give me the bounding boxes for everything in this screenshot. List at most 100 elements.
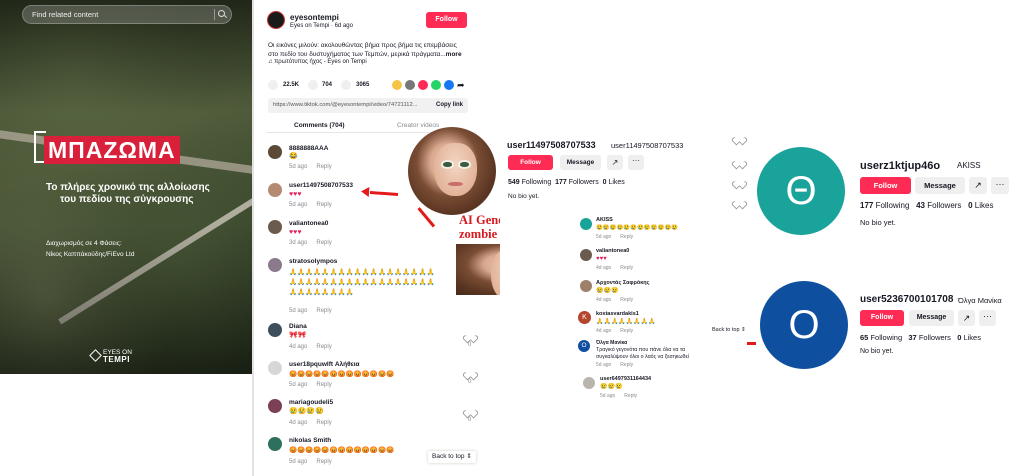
commenter-avatar[interactable] [268, 220, 282, 234]
profile-bio: No bio yet. [860, 348, 894, 355]
share-arrow-icon[interactable]: ➦ [457, 80, 465, 90]
commenter-avatar[interactable] [268, 399, 282, 413]
comment-text: ♥♥♥ [289, 191, 302, 198]
comment-username[interactable]: user11497508707533 [289, 182, 353, 189]
profile-username[interactable]: userz1ktjup46o [860, 160, 940, 172]
comment-username[interactable]: user6497931164434 [600, 376, 651, 382]
tab-comments[interactable]: Comments (704) [294, 122, 345, 129]
ellipsis-icon: ··· [995, 179, 1005, 189]
like-heart-icon[interactable] [466, 332, 474, 339]
commenter-avatar[interactable]: K [578, 311, 591, 324]
reply-button[interactable]: Reply [620, 297, 633, 303]
embed-icon[interactable] [405, 80, 415, 90]
commenter-avatar[interactable]: O [578, 340, 590, 352]
comment-username[interactable]: stratosolympos [289, 258, 337, 265]
reply-button[interactable]: Reply [316, 240, 331, 246]
more-link[interactable]: more [446, 51, 462, 58]
reply-button[interactable]: Reply [316, 202, 331, 208]
follow-button[interactable]: Follow [860, 177, 911, 194]
message-button[interactable]: Message [915, 177, 965, 194]
author-avatar[interactable] [267, 11, 285, 29]
sound-link[interactable]: ♫ πρωτότυπος ήχος - Eyes on Tempi [268, 59, 367, 65]
more-options-button[interactable]: ··· [991, 177, 1009, 194]
send-icon[interactable] [418, 80, 428, 90]
copy-link-button[interactable]: Copy link [436, 102, 463, 108]
follow-button[interactable]: Follow [860, 310, 904, 326]
reply-button[interactable]: Reply [620, 362, 633, 368]
comment-username[interactable]: mariagoudeli5 [289, 399, 333, 406]
comment-username[interactable]: 8888888AAA [289, 145, 328, 152]
comment-username[interactable]: kostasvardakis1 [596, 311, 639, 317]
comment-meta: 4d ago Reply [289, 344, 332, 350]
comment-username[interactable]: Αρχοντάς Σαφρόκης [596, 280, 650, 286]
reply-button[interactable]: Reply [316, 382, 331, 388]
message-button[interactable]: Message [909, 310, 954, 326]
like-heart-icon[interactable] [735, 134, 743, 141]
like-heart-icon[interactable] [735, 158, 743, 165]
comment-username[interactable]: valiantonea0 [596, 248, 629, 254]
reply-button[interactable]: Reply [624, 393, 637, 399]
reply-button[interactable]: Reply [316, 308, 331, 314]
search-icon[interactable] [214, 9, 225, 20]
comment-meta: 5d ago Reply [289, 459, 332, 465]
comment-text: 😡😡😡😡😡😡😡😡😡😡😡😡😡 [289, 371, 395, 378]
comment-text: ♥♥♥ [289, 229, 302, 236]
back-to-top-button[interactable]: Back to top ⇕ [428, 451, 476, 463]
facebook-icon[interactable] [444, 80, 454, 90]
commenter-avatar[interactable] [268, 258, 282, 272]
like-heart-icon[interactable] [466, 369, 474, 376]
comment-username[interactable]: Diana [289, 323, 307, 330]
author-username[interactable]: eyesontempi [290, 13, 339, 22]
reply-button[interactable]: Reply [620, 234, 633, 240]
bookmark-button[interactable] [341, 80, 351, 90]
reply-button[interactable]: Reply [316, 164, 331, 170]
back-to-top-button[interactable]: Back to top ⇕ [709, 326, 749, 334]
comment-meta: 4d ago Reply [596, 297, 634, 303]
profile-stats: 65 Following 37 Followers 0 Likes [860, 333, 981, 342]
profile-username[interactable]: user5236700101708 [860, 294, 953, 305]
share-profile-button[interactable]: ↗ [958, 310, 975, 326]
commenter-avatar[interactable] [583, 377, 595, 389]
follow-button[interactable]: Follow [508, 155, 553, 170]
reply-button[interactable]: Reply [316, 344, 331, 350]
comment-username[interactable]: Όλγα Μανίκα [596, 340, 627, 346]
commenter-avatar[interactable] [268, 361, 282, 375]
comment-username[interactable]: nikolas Smith [289, 437, 331, 444]
reply-button[interactable]: Reply [316, 459, 331, 465]
comment-text: 😢😢😢😢😢😢😢😢😢😢😢😢 [596, 225, 679, 231]
profile-avatar[interactable]: O [760, 281, 848, 369]
commenter-avatar[interactable] [268, 437, 282, 451]
message-button[interactable]: Message [560, 155, 601, 170]
like-heart-icon[interactable] [735, 178, 743, 185]
commenter-avatar[interactable] [268, 145, 282, 159]
reply-button[interactable]: Reply [620, 328, 633, 334]
comment-username[interactable]: valiantonea0 [289, 220, 328, 227]
video-player[interactable]: Find related content ΜΠΑΖΩΜΑ Το πλήρες χ… [0, 0, 252, 374]
share-profile-button[interactable]: ↗ [969, 177, 987, 194]
commenter-avatar[interactable] [580, 218, 592, 230]
reply-button[interactable]: Reply [316, 420, 331, 426]
search-input[interactable]: Find related content [22, 5, 232, 24]
comment-username[interactable]: user18pquwlft Αλήθεια [289, 361, 360, 368]
comment-text: ♥♥♥ [596, 256, 607, 262]
emoji-share-icon[interactable] [392, 80, 402, 90]
commenter-avatar[interactable] [580, 280, 592, 292]
more-options-button[interactable]: ··· [628, 155, 644, 170]
like-button[interactable] [268, 80, 278, 90]
reply-button[interactable]: Reply [620, 265, 633, 271]
share-profile-button[interactable]: ↗ [607, 155, 623, 170]
tab-creator-videos[interactable]: Creator videos [397, 122, 439, 129]
comment-button[interactable] [308, 80, 318, 90]
comment-username[interactable]: AKISS [596, 217, 613, 223]
commenter-avatar[interactable] [268, 183, 282, 197]
profile-avatar[interactable]: Θ [757, 147, 845, 235]
follow-button[interactable]: Follow [426, 12, 467, 28]
like-heart-icon[interactable] [735, 198, 743, 205]
commenter-avatar[interactable] [580, 249, 592, 261]
like-count: 22.5K [283, 82, 300, 88]
like-heart-icon[interactable] [466, 407, 474, 414]
commenter-avatar[interactable] [268, 323, 282, 337]
more-options-button[interactable]: ··· [979, 310, 996, 326]
profile-username[interactable]: user11497508707533 [507, 140, 596, 150]
whatsapp-icon[interactable] [431, 80, 441, 90]
